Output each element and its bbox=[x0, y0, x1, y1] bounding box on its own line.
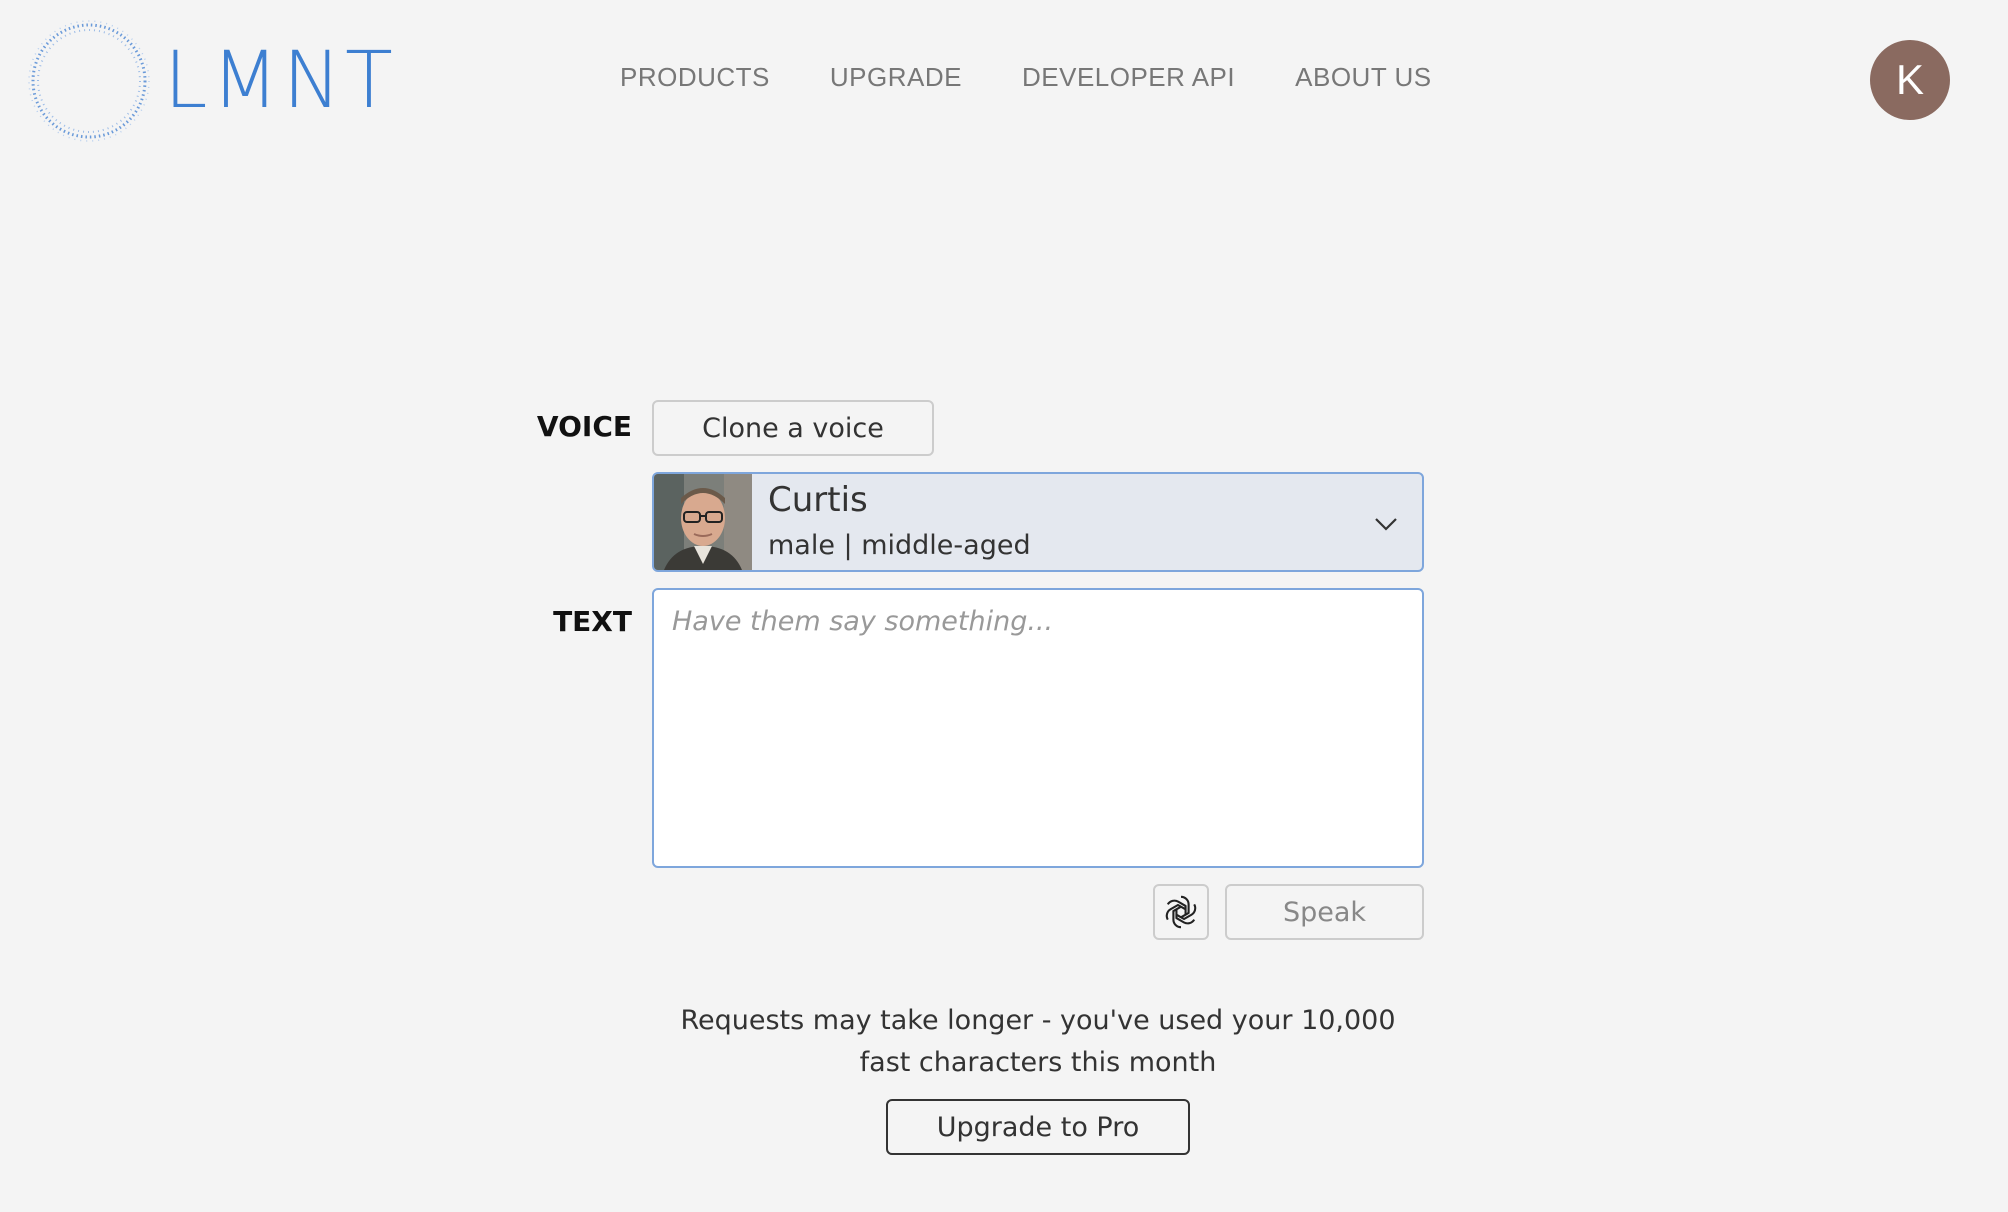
voice-avatar-image bbox=[654, 474, 752, 570]
logo[interactable]: LMNT bbox=[26, 18, 397, 144]
clone-voice-button[interactable]: Clone a voice bbox=[652, 400, 934, 456]
voice-name: Curtis bbox=[768, 479, 868, 520]
user-avatar[interactable]: K bbox=[1870, 40, 1950, 120]
main-nav: PRODUCTS UPGRADE DEVELOPER API ABOUT US bbox=[620, 62, 1432, 93]
nav-about-us[interactable]: ABOUT US bbox=[1295, 62, 1431, 93]
speak-button[interactable]: Speak bbox=[1225, 884, 1424, 940]
voice-info: Curtis male | middle-aged bbox=[768, 480, 1031, 561]
nav-products[interactable]: PRODUCTS bbox=[620, 62, 770, 93]
nav-developer-api[interactable]: DEVELOPER API bbox=[1022, 62, 1235, 93]
gpt-button[interactable] bbox=[1153, 884, 1209, 940]
voice-select[interactable]: Curtis male | middle-aged bbox=[652, 472, 1424, 572]
voice-label: VOICE bbox=[536, 410, 632, 443]
logo-ring-icon bbox=[28, 20, 150, 142]
usage-notice: Requests may take longer - you've used y… bbox=[680, 1005, 1396, 1078]
logo-text: LMNT bbox=[164, 36, 397, 126]
text-input[interactable] bbox=[652, 588, 1424, 868]
chevron-down-icon bbox=[1375, 518, 1397, 531]
text-label: TEXT bbox=[553, 605, 632, 638]
nav-upgrade[interactable]: UPGRADE bbox=[830, 62, 962, 93]
openai-icon bbox=[1165, 895, 1197, 929]
upgrade-to-pro-button[interactable]: Upgrade to Pro bbox=[886, 1099, 1190, 1155]
voice-description: male | middle-aged bbox=[768, 529, 1031, 561]
header: LMNT PRODUCTS UPGRADE DEVELOPER API ABOU… bbox=[0, 0, 2008, 170]
